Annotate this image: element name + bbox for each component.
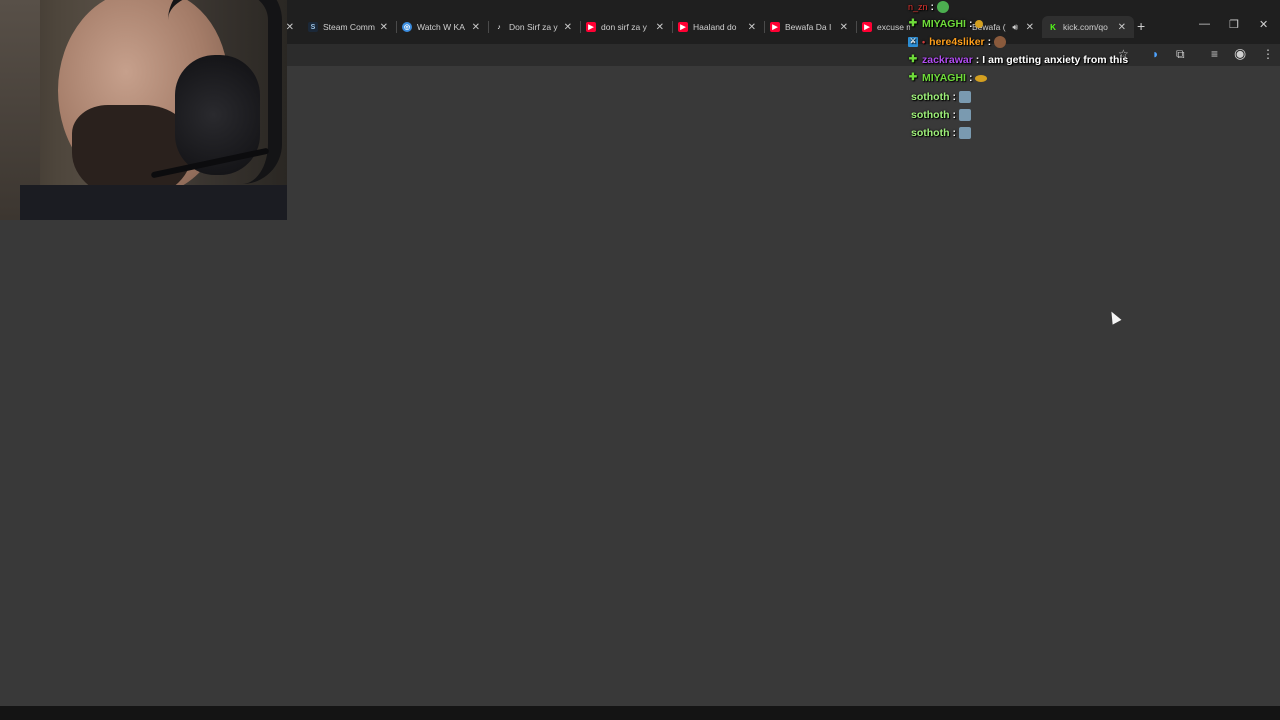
tab-separator <box>488 21 489 33</box>
close-icon[interactable]: ✕ <box>840 22 848 33</box>
emote-icon <box>959 91 971 103</box>
tiktok-icon: ♪ <box>497 23 501 31</box>
mouse-cursor-icon <box>1107 309 1122 325</box>
restore-button[interactable]: ❐ <box>1229 18 1239 31</box>
close-icon[interactable]: ✕ <box>286 22 294 33</box>
new-tab-button[interactable]: + <box>1137 18 1145 34</box>
chat-text: I am getting anxiety from this <box>982 54 1129 66</box>
browser-tab[interactable]: ▶ don sirf za y ✕ <box>586 17 664 37</box>
chat-message: sothoth : <box>911 106 971 124</box>
browser-tab[interactable]: ◎ Watch W KA ✕ <box>402 17 480 37</box>
tab-separator <box>672 21 673 33</box>
kick-icon: K <box>1050 22 1056 32</box>
emote-icon <box>959 109 971 121</box>
chat-username: sothoth <box>911 109 950 121</box>
window-close-button[interactable]: ✕ <box>1259 18 1268 31</box>
chat-username: MIYAGHI <box>922 18 966 30</box>
chat-message: sothoth : <box>911 124 971 142</box>
tab-title: Watch W KA <box>417 22 465 32</box>
chat-message: sothoth : <box>911 88 971 106</box>
browser-tab[interactable]: ▶ Haaland do ✕ <box>678 17 756 37</box>
tab-separator <box>856 21 857 33</box>
chat-username: MIYAGHI <box>922 72 966 84</box>
extension-audio-icon[interactable]: ◗ <box>1152 47 1159 61</box>
tab-title: don sirf za y <box>601 22 647 32</box>
close-icon[interactable]: ✕ <box>1026 22 1034 33</box>
tab-separator <box>580 21 581 33</box>
speaker-icon[interactable]: 🔊︎ <box>1012 22 1018 33</box>
close-icon[interactable]: ✕ <box>564 22 572 33</box>
close-icon[interactable]: ✕ <box>748 22 756 33</box>
emote-icon <box>937 1 950 13</box>
chat-username: n_zn <box>908 2 928 12</box>
status-dot-icon: • <box>922 37 926 47</box>
puzzle-icon[interactable]: ⧉ <box>1176 47 1185 62</box>
youtube-icon: ▶ <box>678 22 688 32</box>
media-queue-icon[interactable]: ≡ <box>1211 47 1218 61</box>
chat-username: sothoth <box>911 127 950 139</box>
browser-tab[interactable]: ▶ excuse m <box>862 17 910 37</box>
steam-icon: S <box>308 22 318 32</box>
close-icon[interactable]: ✕ <box>380 22 388 33</box>
subscriber-badge-icon: ✚ <box>908 54 918 65</box>
chat-message: n_zn : <box>908 0 950 16</box>
chat-username: sothoth <box>911 91 950 103</box>
subscriber-badge-icon: ✚ <box>908 72 918 83</box>
tab-separator <box>764 21 765 33</box>
streamer-shirt <box>20 185 287 220</box>
browser-tab[interactable]: ✕ <box>286 17 294 37</box>
chat-message: ✚ MIYAGHI : <box>908 15 984 33</box>
close-icon[interactable]: ✕ <box>472 22 480 33</box>
bottom-bar <box>0 706 1280 720</box>
globe-icon: ◎ <box>402 22 412 32</box>
youtube-icon: ▶ <box>770 22 780 32</box>
subscriber-badge-icon: ✚ <box>908 18 918 29</box>
browser-tab[interactable]: ♪ Don Sirf za y ✕ <box>494 17 572 37</box>
emote-icon <box>975 20 984 28</box>
tab-separator <box>396 21 397 33</box>
chat-message: ✚ MIYAGHI : <box>908 69 988 87</box>
tab-title: Steam Comm <box>323 22 375 32</box>
moderator-badge-icon: ⚔ <box>908 37 918 47</box>
close-icon[interactable]: ✕ <box>656 22 664 33</box>
chat-username: zackrawar <box>922 54 973 66</box>
youtube-icon: ▶ <box>586 22 596 32</box>
browser-tab[interactable]: ▶ Bewafa Da I ✕ <box>770 17 848 37</box>
browser-tab-active[interactable]: K kick.com/qo ✕ <box>1042 16 1134 38</box>
tab-title: Don Sirf za y <box>509 22 558 32</box>
profile-avatar[interactable]: ◉ <box>1234 45 1246 62</box>
tab-title: excuse m <box>877 22 910 32</box>
chat-username: here4sliker <box>929 36 985 48</box>
close-icon[interactable]: ✕ <box>1118 22 1126 33</box>
chat-message: ⚔ • here4sliker : <box>908 33 1007 51</box>
webcam-feed <box>0 0 287 220</box>
minimize-button[interactable]: — <box>1199 18 1210 30</box>
emote-icon <box>959 127 971 139</box>
browser-tab[interactable]: S Steam Comm ✕ <box>308 17 388 37</box>
chat-message: ✚ zackrawar : I am getting anxiety from … <box>908 54 1129 66</box>
emote-icon <box>994 36 1007 48</box>
emote-icon <box>975 74 988 82</box>
youtube-icon: ▶ <box>862 22 872 32</box>
tab-title: Bewafa Da I <box>785 22 832 32</box>
menu-kebab-icon[interactable]: ⋮ <box>1262 47 1274 61</box>
tab-title: Haaland do <box>693 22 737 32</box>
